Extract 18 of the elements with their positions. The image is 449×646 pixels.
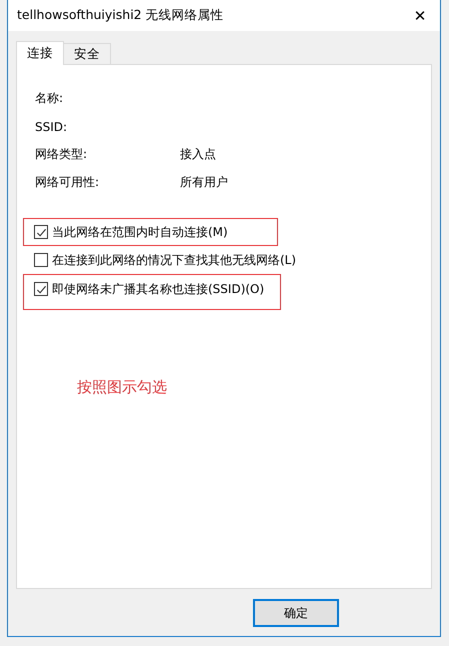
checkbox-label[interactable]: 即使网络未广播其名称也连接(SSID)(O) (52, 280, 264, 298)
tab[interactable]: 连接 (16, 41, 64, 65)
ok-button[interactable]: 确定 (253, 599, 339, 627)
property-label: SSID: (35, 120, 68, 134)
tab[interactable]: 安全 (63, 43, 111, 64)
checkbox[interactable] (34, 225, 48, 239)
close-button[interactable]: ✕ (400, 0, 440, 31)
property-value: 所有用户 (180, 174, 228, 191)
property-label: 网络可用性: (35, 174, 100, 191)
window-title: tellhowsofthuiyishi2 无线网络属性 (17, 7, 224, 24)
property-label: 网络类型: (35, 146, 88, 163)
property-value: 接入点 (180, 146, 216, 163)
checkbox[interactable] (34, 253, 48, 267)
annotation-text: 按照图示勾选 (77, 378, 167, 397)
checkbox[interactable] (34, 282, 48, 296)
checkbox-label[interactable]: 当此网络在范围内时自动连接(M) (52, 224, 228, 240)
property-label: 名称: (35, 90, 64, 107)
checkbox-label[interactable]: 在连接到此网络的情况下查找其他无线网络(L) (52, 252, 296, 268)
